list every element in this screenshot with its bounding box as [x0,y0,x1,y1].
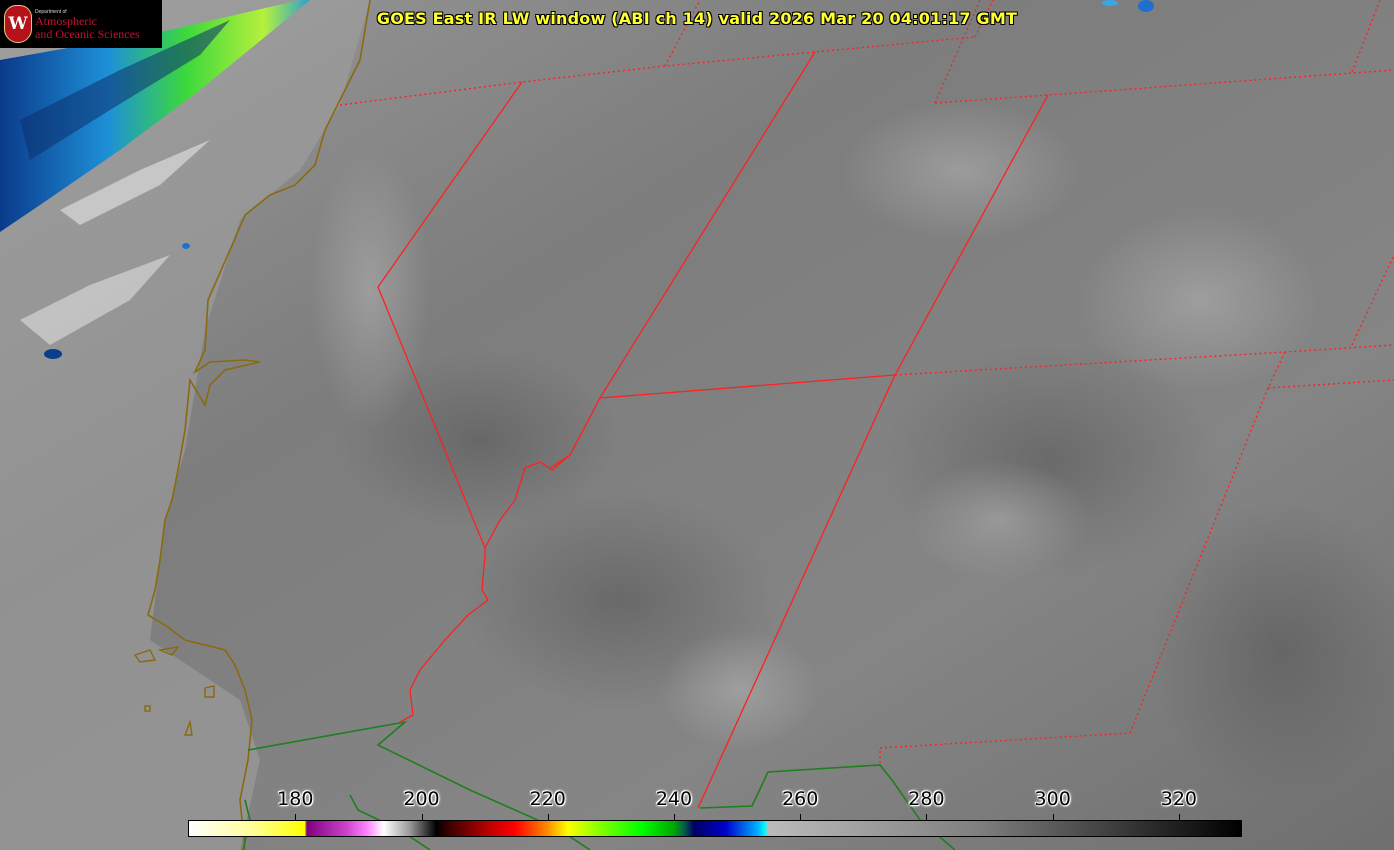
colorbar-tick-label: 300 [1034,788,1071,810]
light-region [660,630,820,750]
map-title: GOES East IR LW window (ABI ch 14) valid… [376,9,1018,28]
cold-cloud-cell [44,349,62,359]
colorbar-tick-label: 240 [655,788,693,810]
logo-line-2: and Oceanic Sciences [35,27,140,41]
cold-cloud-cell [182,243,190,249]
cold-cloud-cell [1102,0,1118,6]
colorbar-tick-label: 260 [782,788,819,810]
light-region [1080,210,1320,390]
light-region [910,460,1090,580]
light-region [310,150,430,430]
light-region [840,100,1080,240]
seal-letter: W [8,14,28,34]
colorbar-tick-label: 320 [1160,788,1198,810]
uw-seal-icon: W [4,5,32,43]
colorbar-tick-label: 200 [403,788,440,810]
aos-logo: W Department of Atmospheric and Oceanic … [0,0,162,48]
colorbar-tick-label: 220 [529,788,566,810]
colorbar-tick-label: 180 [277,788,314,810]
colorbar-tick-label: 280 [908,788,945,810]
satellite-ir-map [0,0,1394,850]
temperature-colorbar [188,820,1242,837]
